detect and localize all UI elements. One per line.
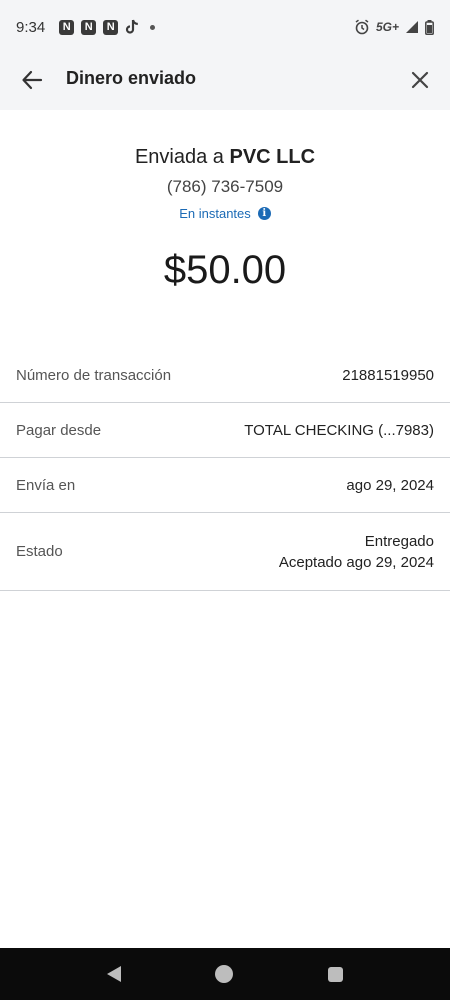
detail-label: Envía en [16,476,76,494]
recipient-name: PVC LLC [229,146,316,168]
info-icon[interactable]: i [257,207,271,220]
arrow-left-icon [22,70,43,90]
nav-recents-icon[interactable] [327,966,343,982]
delivery-speed: En instantes i [0,206,450,221]
transaction-details: Número de transacción 21881519950 Pagar … [0,348,450,591]
detail-row-pay-from: Pagar desde TOTAL CHECKING (...7983) [0,403,450,458]
alarm-icon [355,19,369,35]
close-button[interactable] [406,66,434,94]
notification-icons: N N N [59,19,156,35]
app-header: Dinero enviado [0,54,450,110]
detail-label: Estado [16,543,63,560]
system-nav-bar [0,948,450,1000]
notification-app-icon: N [81,19,97,35]
notification-app-icon: N [103,19,119,35]
back-button[interactable] [18,66,46,94]
signal-icon [406,21,418,33]
more-notifications-dot [150,24,156,30]
tiktok-icon [126,19,139,34]
detail-row-status: Estado Entregado Aceptado ago 29, 2024 [0,513,450,591]
close-icon [411,71,429,89]
notification-app-icon: N [59,19,75,35]
recipient-line: Enviada a PVC LLC [0,146,450,169]
amount: $50.00 [163,248,287,292]
nav-home-icon[interactable] [215,965,234,983]
status-primary: Entregado [364,532,434,550]
detail-value: TOTAL CHECKING (...7983) [244,421,434,439]
sent-prefix: Enviada a [134,146,224,168]
status-right: 5G+ [354,19,434,35]
detail-row-transaction-number: Número de transacción 21881519950 [0,348,450,403]
nav-back-icon[interactable] [107,966,122,982]
status-time: 9:34 [16,18,46,36]
page-title: Dinero enviado [66,68,197,88]
detail-label: Pagar desde [16,421,102,439]
delivery-speed-label: En instantes [179,206,251,221]
recipient-phone: (786) 736-7509 [166,177,284,196]
detail-value: 21881519950 [342,366,434,384]
status-value: Entregado Aceptado ago 29, 2024 [279,531,434,573]
detail-value: ago 29, 2024 [346,476,434,494]
detail-label: Número de transacción [16,366,172,384]
status-secondary: Aceptado ago 29, 2024 [278,553,434,571]
detail-row-send-on: Envía en ago 29, 2024 [0,458,450,513]
battery-icon [425,19,434,35]
network-type: 5G+ [375,20,399,34]
status-bar: 9:34 N N N 5G+ [0,0,450,54]
